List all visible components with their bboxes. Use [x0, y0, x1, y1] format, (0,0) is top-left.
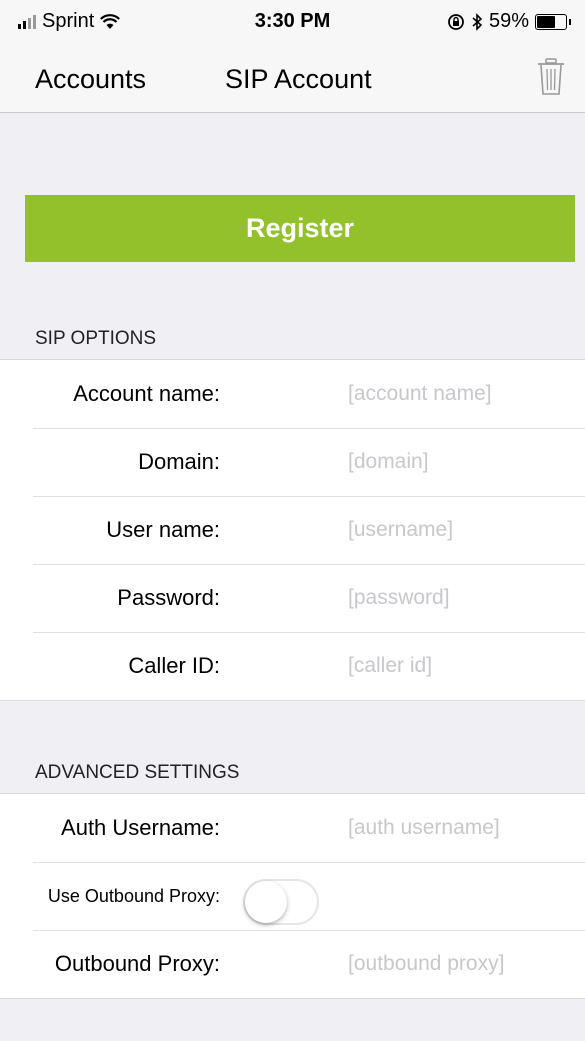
domain-label: Domain:: [138, 449, 220, 474]
rotation-lock-icon: [448, 13, 464, 30]
register-button[interactable]: Register: [25, 195, 575, 262]
domain-input[interactable]: [348, 450, 578, 474]
domain-row: Domain:: [0, 428, 585, 496]
outbound-proxy-input[interactable]: [348, 952, 578, 976]
advanced-settings-group: Auth Username: Use Outbound Proxy: Outbo…: [0, 793, 585, 999]
caller-id-input[interactable]: [348, 654, 578, 678]
back-button-accounts[interactable]: Accounts: [35, 64, 146, 95]
auth-username-row: Auth Username:: [0, 794, 585, 862]
trash-icon[interactable]: [537, 58, 565, 96]
account-name-input[interactable]: [348, 382, 578, 406]
page-title: SIP Account: [225, 64, 372, 94]
password-input[interactable]: [348, 586, 578, 610]
status-bar: Sprint 3:30 PM 59%: [0, 0, 585, 40]
account-name-row: Account name:: [0, 360, 585, 428]
auth-username-input[interactable]: [348, 816, 578, 840]
outbound-proxy-label: Outbound Proxy:: [54, 951, 220, 976]
username-label: User name:: [106, 517, 220, 542]
battery-percent: 59%: [488, 10, 529, 32]
password-label: Password:: [117, 585, 220, 610]
bluetooth-icon: [472, 12, 483, 31]
caller-id-label: Caller ID:: [128, 653, 220, 678]
battery-icon: [535, 13, 567, 30]
account-name-label: Account name:: [73, 381, 220, 406]
outbound-proxy-row: Outbound Proxy:: [0, 930, 585, 998]
auth-username-label: Auth Username:: [61, 815, 220, 840]
advanced-settings-header: ADVANCED SETTINGS: [35, 762, 240, 783]
caller-id-row: Caller ID:: [0, 632, 585, 700]
sip-options-group: Account name: Domain: User name: Passwor…: [0, 359, 585, 701]
status-right: 59%: [447, 10, 571, 33]
toggle-knob: [245, 881, 287, 923]
use-outbound-proxy-row: Use Outbound Proxy:: [0, 862, 585, 930]
username-input[interactable]: [348, 518, 578, 542]
password-row: Password:: [0, 564, 585, 632]
username-row: User name:: [0, 496, 585, 564]
sip-options-header: SIP OPTIONS: [35, 328, 157, 349]
use-outbound-proxy-label: Use Outbound Proxy:: [47, 885, 220, 906]
navigation-bar: Accounts SIP Account: [0, 40, 585, 113]
use-outbound-proxy-toggle[interactable]: [243, 879, 319, 925]
